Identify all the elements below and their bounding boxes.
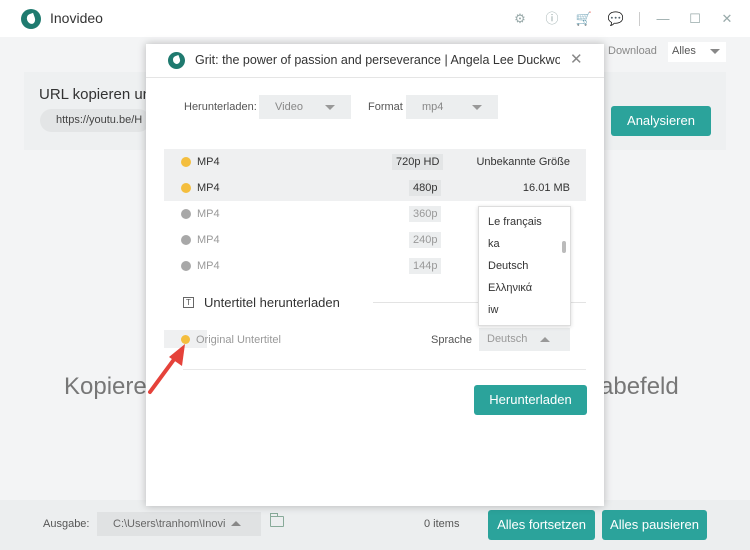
language-select[interactable]: Deutsch (479, 328, 570, 351)
titlebar-separator (639, 12, 640, 26)
download-filter-value: Alles (672, 45, 696, 57)
radio-dot-icon (181, 261, 191, 271)
output-path-select[interactable]: C:\Users\tranhom\Inovi (97, 512, 261, 536)
folder-icon[interactable] (269, 513, 284, 527)
titlebar-controls: ⚙ ⓘ 🛒 💬 — ☐ ✕ (511, 10, 736, 28)
close-icon[interactable]: ✕ (718, 10, 736, 28)
info-icon[interactable]: ⓘ (543, 10, 561, 28)
format-select[interactable]: mp4 (406, 95, 498, 119)
row-format: MP4 (197, 208, 220, 220)
radio-dot-icon (181, 183, 191, 193)
minimize-icon[interactable]: — (654, 10, 672, 28)
chevron-down-icon (472, 105, 482, 110)
row-format: MP4 (197, 234, 220, 246)
divider (183, 369, 586, 370)
items-count: 0 items (424, 518, 460, 530)
download-filter-label: Download (608, 45, 657, 57)
url-input[interactable]: https://youtu.be/H (40, 109, 150, 132)
language-option[interactable]: ka (488, 238, 500, 250)
dialog-title: Grit: the power of passion and persevera… (195, 53, 560, 67)
dialog-logo-icon (168, 52, 185, 69)
dialog-header: Grit: the power of passion and persevera… (146, 44, 604, 78)
radio-dot-icon (181, 157, 191, 167)
language-option[interactable]: iw (488, 304, 498, 316)
download-dialog: Grit: the power of passion and persevera… (146, 44, 604, 506)
dialog-close-icon[interactable]: ✕ (570, 50, 583, 68)
row-resolution: 144p (409, 258, 442, 274)
row-resolution: 240p (409, 232, 442, 248)
row-format: MP4 (197, 156, 220, 168)
analyze-button[interactable]: Analysieren (611, 106, 711, 136)
row-resolution: 720p HD (392, 154, 444, 170)
format-label: Format (368, 101, 403, 113)
chevron-down-icon (325, 105, 335, 110)
row-size: 16.01 MB (522, 182, 570, 194)
url-panel-title: URL kopieren un (39, 86, 152, 103)
pause-all-button[interactable]: Alles pausieren (602, 510, 707, 540)
title-bar: Inovideo ⚙ ⓘ 🛒 💬 — ☐ ✕ (0, 0, 750, 37)
subtitle-icon: T (183, 297, 194, 308)
language-label: Sprache (431, 334, 472, 346)
cart-icon[interactable]: 🛒 (575, 10, 593, 28)
language-option[interactable]: Ελληνικά (488, 282, 532, 294)
row-format: MP4 (197, 182, 220, 194)
app-logo-icon (21, 9, 41, 29)
row-resolution: 360p (409, 206, 442, 222)
language-option[interactable]: Le français (488, 216, 542, 228)
resume-all-button[interactable]: Alles fortsetzen (488, 510, 595, 540)
download-type-value: Video (275, 101, 303, 113)
row-resolution: 480p (409, 180, 442, 196)
quality-row[interactable]: MP4 720p HD Unbekannte Größe (164, 149, 586, 175)
row-size: Unbekannte Größe (476, 156, 570, 168)
download-type-label: Herunterladen: (184, 101, 257, 113)
dropdown-scrollbar[interactable] (562, 241, 566, 253)
chevron-up-icon (231, 521, 241, 526)
annotation-arrow-icon (148, 344, 185, 394)
download-button[interactable]: Herunterladen (474, 385, 587, 415)
app-title: Inovideo (50, 10, 103, 26)
output-path-value: C:\Users\tranhom\Inovi (113, 518, 226, 530)
download-type-select[interactable]: Video (259, 95, 351, 119)
chevron-down-icon (710, 49, 720, 54)
format-value: mp4 (422, 101, 444, 113)
download-filter-select[interactable]: Alles (668, 42, 726, 62)
maximize-icon[interactable]: ☐ (686, 10, 704, 28)
radio-dot-icon (181, 209, 191, 219)
quality-row[interactable]: MP4 480p 16.01 MB (164, 175, 586, 201)
radio-dot-icon (181, 235, 191, 245)
row-format: MP4 (197, 260, 220, 272)
language-option[interactable]: Deutsch (488, 260, 528, 272)
chevron-up-icon (540, 337, 550, 342)
language-dropdown-list: Le français ka Deutsch Ελληνικά iw (478, 206, 571, 326)
settings-icon[interactable]: ⚙ (511, 10, 529, 28)
original-subtitle-label[interactable]: Original Untertitel (196, 334, 281, 346)
feedback-icon[interactable]: 💬 (607, 10, 625, 28)
subtitle-section-title: Untertitel herunterladen (204, 295, 340, 310)
hint-text-left: Kopiere (64, 373, 147, 400)
language-value: Deutsch (487, 333, 528, 345)
hint-text-right: abefeld (600, 373, 679, 400)
output-label: Ausgabe: (43, 518, 90, 530)
